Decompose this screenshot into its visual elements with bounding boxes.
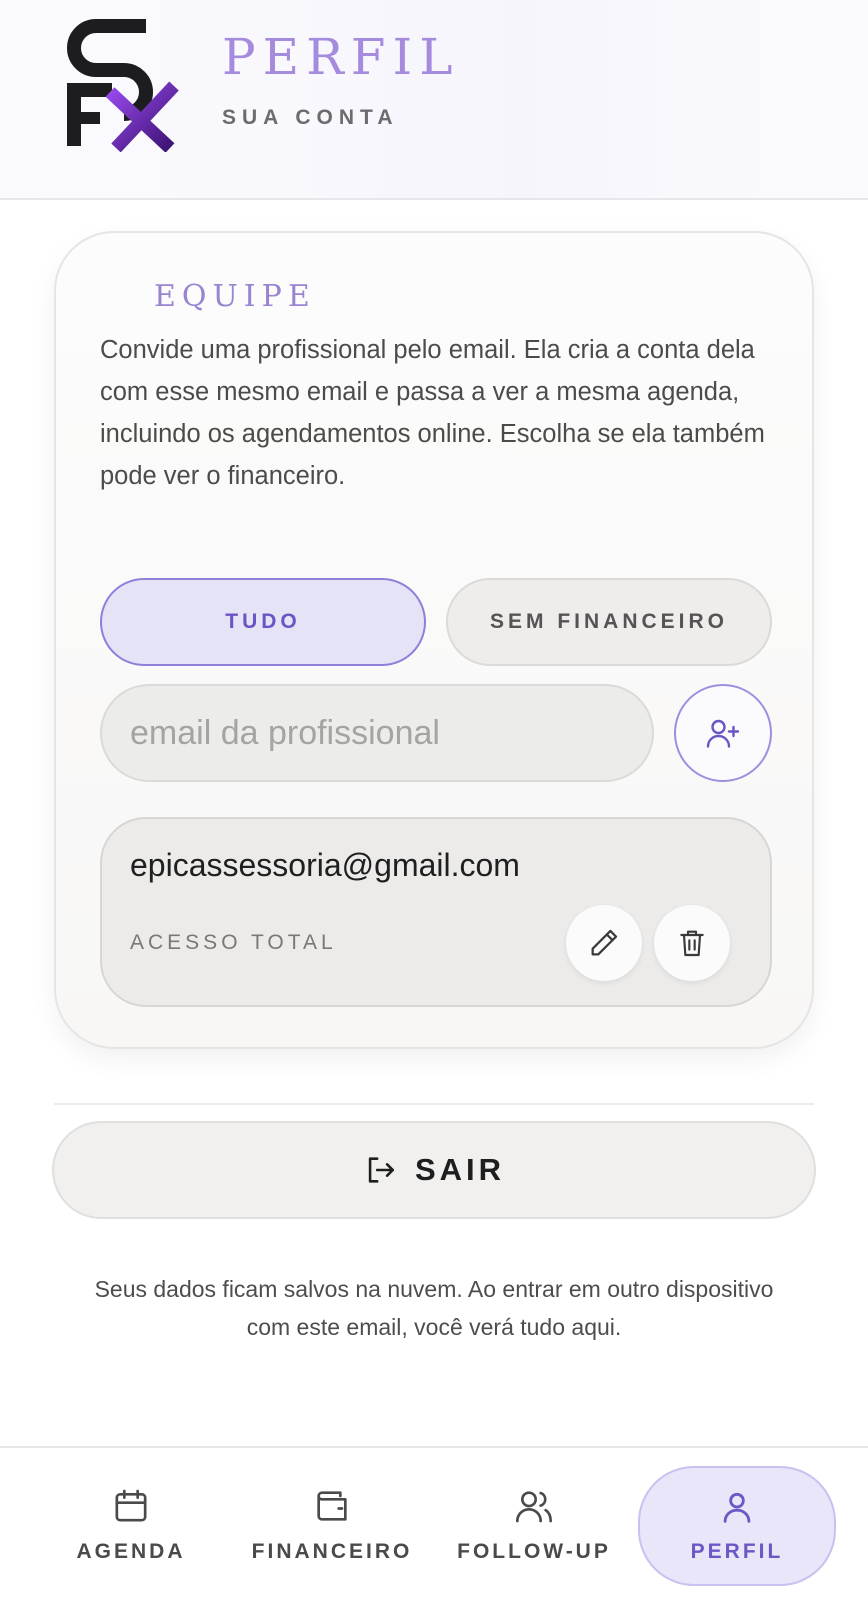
nav-label-financeiro: FINANCEIRO (251, 1540, 413, 1563)
professional-email-input[interactable] (100, 684, 654, 782)
edit-member-button[interactable] (566, 905, 642, 981)
permission-all-button[interactable]: TUDO (100, 578, 426, 666)
nav-label-agenda: AGENDA (76, 1540, 186, 1563)
team-member-item: epicassessoria@gmail.com ACESSO TOTAL (100, 817, 772, 1007)
sfx-logo-icon (67, 19, 179, 152)
team-card-title: EQUIPE (154, 279, 316, 314)
nav-item-agenda[interactable]: AGENDA (31, 1464, 231, 1586)
section-divider (54, 1103, 814, 1105)
team-card: EQUIPE Convide uma profissional pelo ema… (54, 231, 814, 1049)
permission-all-label: TUDO (225, 610, 301, 633)
trash-icon (680, 930, 704, 957)
logout-button[interactable]: SAIR (52, 1121, 816, 1219)
nav-label-follow-up: FOLLOW-UP (457, 1540, 611, 1563)
calendar-icon (115, 1489, 147, 1522)
page-title: PERFIL (222, 28, 460, 86)
logout-label: SAIR (414, 1152, 506, 1187)
user-plus-icon (706, 719, 740, 748)
cloud-sync-note: Seus dados ficam salvos na nuvem. Ao ent… (94, 1276, 774, 1340)
nav-item-financeiro[interactable]: FINANCEIRO (232, 1464, 432, 1586)
users-icon (516, 1491, 552, 1523)
pencil-icon (591, 929, 618, 956)
page-subtitle: SUA CONTA (222, 106, 399, 129)
permission-no-finance-button[interactable]: SEM FINANCEIRO (446, 578, 772, 666)
member-email: epicassessoria@gmail.com (130, 847, 520, 883)
bottom-navigation: AGENDA FINANCEIRO FOLLOW-UP PERFIL (0, 1446, 868, 1600)
logout-icon (368, 1157, 394, 1183)
delete-member-button[interactable] (654, 905, 730, 981)
nav-label-perfil: PERFIL (690, 1540, 784, 1563)
app-header: PERFIL SUA CONTA (0, 0, 868, 200)
wallet-icon (317, 1491, 347, 1521)
member-access-level: ACESSO TOTAL (130, 931, 337, 954)
user-icon (723, 1492, 751, 1523)
team-card-description: Convide uma profissional pelo email. Ela… (100, 336, 765, 490)
invite-member-button[interactable] (674, 684, 772, 782)
permission-no-finance-label: SEM FINANCEIRO (489, 610, 728, 633)
nav-item-perfil[interactable]: PERFIL (638, 1466, 836, 1586)
nav-item-follow-up[interactable]: FOLLOW-UP (434, 1464, 634, 1586)
